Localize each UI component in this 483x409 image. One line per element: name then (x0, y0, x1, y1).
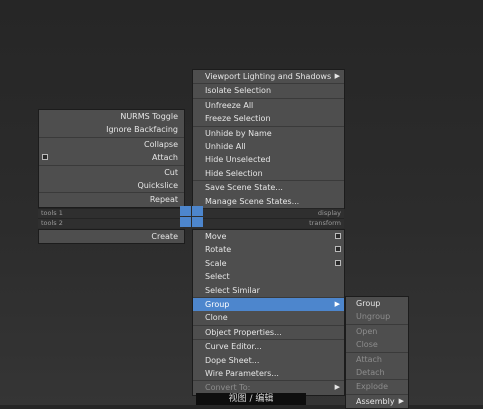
settings-box-icon[interactable] (42, 154, 48, 161)
menu-item-attach[interactable]: Attach (39, 151, 184, 164)
menu-item-rotate[interactable]: Rotate (193, 243, 344, 256)
menu-item-select[interactable]: Select (193, 270, 344, 283)
quad-center-square-tl (180, 206, 191, 216)
quad-label-transform: transform (192, 218, 344, 228)
quad-label-bar-right: display transform (192, 208, 344, 228)
submenu-item-ungroup[interactable]: Ungroup (346, 310, 408, 323)
menu-item-freeze-selection[interactable]: Freeze Selection (193, 112, 344, 125)
menu-item-unfreeze-all[interactable]: Unfreeze All (193, 97, 344, 112)
quad-center-square-bl (180, 217, 191, 227)
menu-item-wire-parameters[interactable]: Wire Parameters... (193, 367, 344, 380)
video-caption: 视图 / 编辑 (196, 393, 306, 405)
submenu-arrow-icon: ▶ (334, 383, 340, 392)
menu-item-move[interactable]: Move (193, 230, 344, 243)
menu-item-collapse[interactable]: Collapse (39, 136, 184, 151)
quad-label-display: display (192, 208, 344, 218)
quad-center-square-br (192, 217, 203, 227)
quad-menu-top-right: Viewport Lighting and Shadows ▶ Isolate S… (192, 69, 345, 209)
menu-item-unhide-all[interactable]: Unhide All (193, 140, 344, 153)
menu-item-isolate-selection[interactable]: Isolate Selection (193, 83, 344, 97)
menu-item-hide-selection[interactable]: Hide Selection (193, 167, 344, 180)
submenu-arrow-icon: ▶ (334, 299, 340, 308)
submenu-item-assembly[interactable]: Assembly ▶ (346, 393, 408, 408)
menu-item-nurms-toggle[interactable]: NURMS Toggle (39, 110, 184, 123)
submenu-item-attach[interactable]: Attach (346, 351, 408, 366)
submenu-item-close[interactable]: Close (346, 338, 408, 351)
quad-label-bar-left: tools 1 tools 2 (38, 208, 183, 228)
submenu-arrow-icon: ▶ (334, 72, 340, 80)
settings-box-icon[interactable] (335, 246, 341, 253)
menu-item-create[interactable]: Create (39, 230, 184, 243)
menu-item-hide-unselected[interactable]: Hide Unselected (193, 153, 344, 166)
menu-item-object-properties[interactable]: Object Properties... (193, 324, 344, 339)
submenu-item-explode[interactable]: Explode (346, 379, 408, 393)
menu-item-select-similar[interactable]: Select Similar (193, 284, 344, 297)
quad-menu-bottom-left: Create (38, 229, 185, 245)
submenu-item-group[interactable]: Group (346, 297, 408, 310)
quad-center-square-tr (192, 206, 203, 216)
menu-item-viewport-lighting[interactable]: Viewport Lighting and Shadows ▶ (193, 70, 344, 83)
menu-item-quickslice[interactable]: Quickslice (39, 179, 184, 192)
menu-item-cut[interactable]: Cut (39, 164, 184, 179)
menu-item-ignore-backfacing[interactable]: Ignore Backfacing (39, 123, 184, 136)
submenu-arrow-icon: ▶ (398, 396, 404, 405)
submenu-item-detach[interactable]: Detach (346, 366, 408, 379)
settings-box-icon[interactable] (335, 259, 341, 266)
menu-item-scale[interactable]: Scale (193, 257, 344, 270)
group-submenu: Group Ungroup Open Close Attach Detach E… (345, 296, 409, 409)
menu-item-repeat[interactable]: Repeat (39, 192, 184, 206)
quad-label-tools1: tools 1 (38, 208, 183, 218)
menu-item-unhide-by-name[interactable]: Unhide by Name (193, 125, 344, 140)
quad-menu-bottom-right: Move Rotate Scale Select Select Similar … (192, 229, 345, 396)
menu-item-group[interactable]: Group ▶ (193, 296, 344, 312)
submenu-item-open[interactable]: Open (346, 323, 408, 338)
settings-box-icon[interactable] (335, 233, 341, 239)
menu-item-clone[interactable]: Clone (193, 311, 344, 324)
menu-item-dope-sheet[interactable]: Dope Sheet... (193, 354, 344, 367)
menu-item-manage-scene-states[interactable]: Manage Scene States... (193, 195, 344, 208)
quad-menu-top-left: NURMS Toggle Ignore Backfacing Collapse … (38, 109, 185, 208)
quad-label-tools2: tools 2 (38, 218, 183, 228)
menu-item-save-scene-state[interactable]: Save Scene State... (193, 180, 344, 194)
menu-item-curve-editor[interactable]: Curve Editor... (193, 339, 344, 353)
